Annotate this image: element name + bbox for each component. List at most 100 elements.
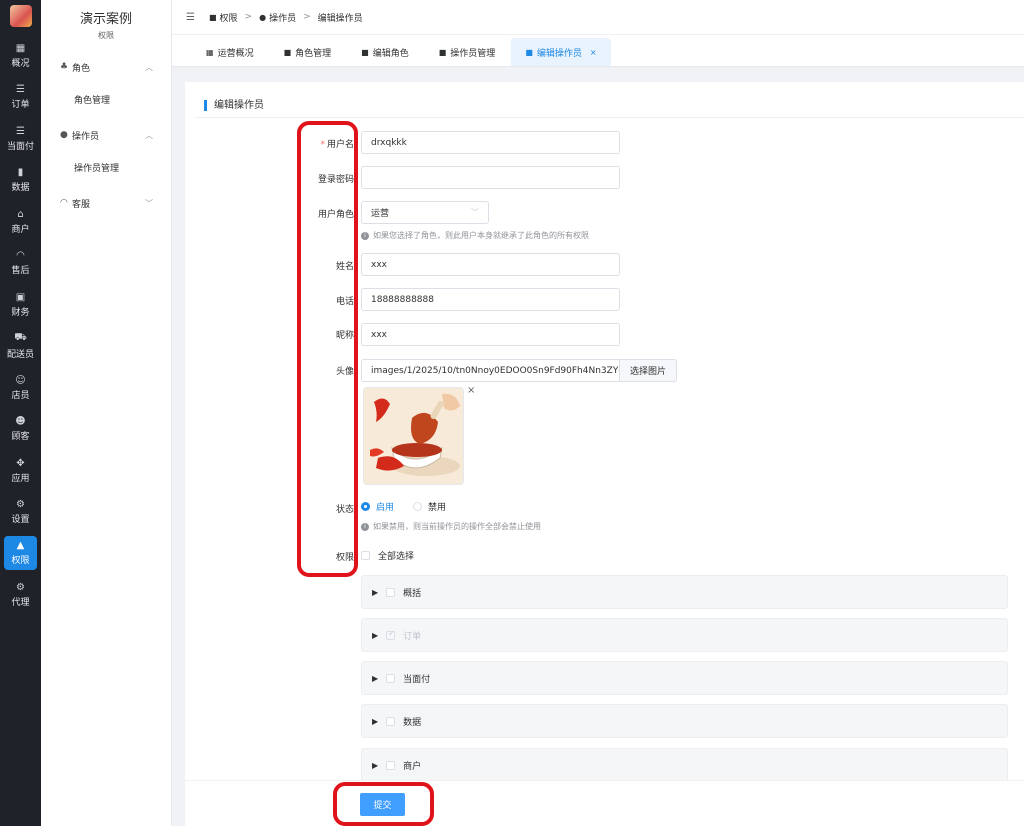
phone-input[interactable]: 18888888888 bbox=[361, 288, 620, 311]
info-icon: i bbox=[361, 231, 369, 240]
tab-edit-role[interactable]: ■ 编辑角色 bbox=[347, 38, 423, 66]
lock-icon: ■ bbox=[525, 47, 533, 57]
chevron-up-icon: ︿ bbox=[145, 130, 153, 140]
perm-item-data[interactable]: ▶ 数据 bbox=[361, 704, 1008, 738]
grid-icon: ▦ bbox=[206, 47, 214, 57]
breadcrumb-item[interactable]: 操作员 bbox=[269, 11, 296, 24]
app-subtitle: 权限 bbox=[98, 31, 114, 40]
info-icon: i bbox=[361, 522, 369, 531]
rail-item-overview[interactable]: ▦ 概况 bbox=[0, 35, 41, 77]
caret-right-icon[interactable]: ▶ bbox=[372, 588, 378, 597]
chevron-up-icon: ︿ bbox=[145, 62, 153, 72]
role-label: 用户角色 bbox=[317, 210, 354, 220]
tabs-bar: ▦ 运营概况 ■ 角色管理 ■ 编辑角色 ■ 操作员管理 ■ 编辑操作员 × bbox=[172, 35, 1024, 67]
rail-item-permissions[interactable]: ▲ 权限 bbox=[4, 536, 37, 570]
side-group-operator[interactable]: ● 操作员 ︿ bbox=[41, 119, 171, 151]
avatar-path-input[interactable]: images/1/2025/10/tn0Nnoy0EDOO0Sn9Fd90Fh4… bbox=[361, 359, 620, 382]
caret-right-icon[interactable]: ▶ bbox=[372, 717, 378, 726]
app-title: 演示案例 bbox=[79, 12, 132, 27]
submit-bar: 提交 bbox=[185, 780, 1024, 826]
breadcrumb-item[interactable]: 权限 bbox=[220, 11, 238, 24]
headset-icon: ◠ bbox=[16, 250, 25, 262]
side-item-role-manage[interactable]: 角色管理 bbox=[41, 83, 171, 115]
customer-icon: ☻ bbox=[15, 416, 26, 428]
select-all-checkbox[interactable]: 全部选择 bbox=[361, 549, 414, 562]
password-input[interactable] bbox=[361, 166, 620, 189]
tab-operator-manage[interactable]: ■ 操作员管理 bbox=[425, 38, 510, 66]
lock-icon: ▲ bbox=[16, 540, 25, 551]
choose-image-button[interactable]: 选择图片 bbox=[619, 359, 677, 382]
username-label: * 用户名 bbox=[320, 140, 354, 150]
perm-item-overview[interactable]: ▶ 概括 bbox=[361, 575, 1008, 609]
rail-item-customer[interactable]: ☻ 顾客 bbox=[0, 409, 41, 451]
rail-item-aftersales[interactable]: ◠ 售后 bbox=[0, 243, 41, 285]
bar-chart-icon: ▮ bbox=[17, 167, 24, 179]
chevron-down-icon: ﹀ bbox=[145, 198, 153, 208]
section-title: 编辑操作员 bbox=[204, 100, 264, 111]
role-icon: ♣ bbox=[60, 62, 69, 72]
settings-icon: ⚙ bbox=[16, 499, 25, 511]
status-disabled-radio[interactable]: 禁用 bbox=[413, 500, 446, 513]
password-label: 登录密码 bbox=[317, 175, 354, 185]
caret-right-icon[interactable]: ▶ bbox=[372, 674, 378, 683]
apps-icon: ✥ bbox=[16, 457, 25, 469]
rail-item-data[interactable]: ▮ 数据 bbox=[0, 160, 41, 202]
collapse-menu-icon[interactable]: ☰ bbox=[186, 12, 195, 23]
status-label: 状态 bbox=[335, 505, 354, 515]
close-icon[interactable]: × bbox=[590, 48, 597, 57]
caret-right-icon[interactable]: ▶ bbox=[372, 761, 378, 770]
avatar-label: 头像 bbox=[335, 367, 354, 377]
topbar: ☰ ■ 权限 > ● 操作员 > 编辑操作员 bbox=[172, 0, 1024, 35]
rail-item-staff[interactable]: ☺ 店员 bbox=[0, 367, 41, 409]
grid-icon: ▦ bbox=[15, 42, 26, 54]
rail-item-orders[interactable]: ☰ 订单 bbox=[0, 77, 41, 119]
remove-image-icon[interactable]: × bbox=[467, 385, 475, 396]
role-select[interactable]: 运营 ﹀ bbox=[361, 201, 489, 224]
side-item-operator-manage[interactable]: 操作员管理 bbox=[41, 151, 171, 183]
side-group-service[interactable]: ◠ 客服 ﹀ bbox=[41, 187, 171, 219]
user-circle-icon: ● bbox=[60, 130, 68, 140]
rail-item-apps[interactable]: ✥ 应用 bbox=[0, 450, 41, 492]
rail-item-merchant[interactable]: ⌂ 商户 bbox=[0, 201, 41, 243]
list-icon: ☰ bbox=[16, 84, 25, 96]
rail-item-facepay[interactable]: ☰ 当面付 bbox=[0, 118, 41, 160]
headset-icon: ◠ bbox=[60, 198, 68, 208]
lock-icon: ■ bbox=[438, 47, 447, 57]
nickname-input[interactable]: xxx bbox=[361, 323, 620, 346]
status-enabled-radio[interactable]: 启用 bbox=[361, 500, 394, 513]
tab-role-manage[interactable]: ■ 角色管理 bbox=[270, 38, 346, 66]
rail-item-agent[interactable]: ⚙ 代理 bbox=[0, 574, 41, 616]
sub-sidebar: 演示案例 权限 ♣ 角色 ︿ 角色管理 ● 操作员 ︿ 操作员管理 ◠ 客服 ﹀ bbox=[41, 0, 172, 826]
name-label: 姓名 bbox=[335, 262, 354, 272]
store-staff-icon: ☺ bbox=[15, 374, 26, 386]
perm-item-facepay[interactable]: ▶ 当面付 bbox=[361, 661, 1008, 695]
submit-button[interactable]: 提交 bbox=[360, 793, 405, 816]
breadcrumb-item: 编辑操作员 bbox=[317, 13, 363, 24]
nickname-label: 昵称 bbox=[335, 331, 354, 341]
rail-item-finance[interactable]: ▣ 财务 bbox=[0, 284, 41, 326]
rail-item-delivery[interactable]: ⛟ 配送员 bbox=[0, 326, 41, 368]
breadcrumb: ■ 权限 > ● 操作员 > 编辑操作员 bbox=[208, 11, 363, 24]
lock-icon: ■ bbox=[283, 47, 292, 57]
main-rail: ▦ 概况 ☰ 订单 ☰ 当面付 ▮ 数据 ⌂ 商户 ◠ 售后 ▣ 财务 ⛟ 配送员 ☺ 店员 ☻ 顾… bbox=[0, 0, 41, 826]
perm-item-merchant[interactable]: ▶ 商户 bbox=[361, 748, 1008, 782]
tab-overview[interactable]: ▦ 运营概况 bbox=[192, 38, 268, 66]
list-icon: ☰ bbox=[16, 125, 25, 137]
permission-label: 权限 bbox=[335, 553, 354, 563]
side-group-role[interactable]: ♣ 角色 ︿ bbox=[41, 51, 171, 83]
tab-edit-operator[interactable]: ■ 编辑操作员 × bbox=[511, 38, 611, 66]
name-input[interactable]: xxx bbox=[361, 253, 620, 276]
app-logo bbox=[9, 5, 32, 27]
rail-item-settings[interactable]: ⚙ 设置 bbox=[0, 492, 41, 534]
delivery-icon: ⛟ bbox=[14, 332, 27, 344]
wallet-icon: ▣ bbox=[15, 291, 26, 303]
caret-right-icon[interactable]: ▶ bbox=[372, 631, 378, 640]
username-input[interactable]: drxqkkk bbox=[361, 131, 620, 154]
lock-icon: ■ bbox=[361, 47, 369, 57]
chevron-down-icon: ﹀ bbox=[471, 208, 479, 217]
user-circle-icon: ● bbox=[259, 12, 267, 22]
shop-icon: ⌂ bbox=[17, 208, 24, 220]
status-hint: i 如果禁用，则当前操作员的操作全部会禁止使用 bbox=[361, 521, 541, 532]
lock-icon: ■ bbox=[208, 12, 217, 22]
avatar-thumbnail bbox=[363, 387, 464, 485]
